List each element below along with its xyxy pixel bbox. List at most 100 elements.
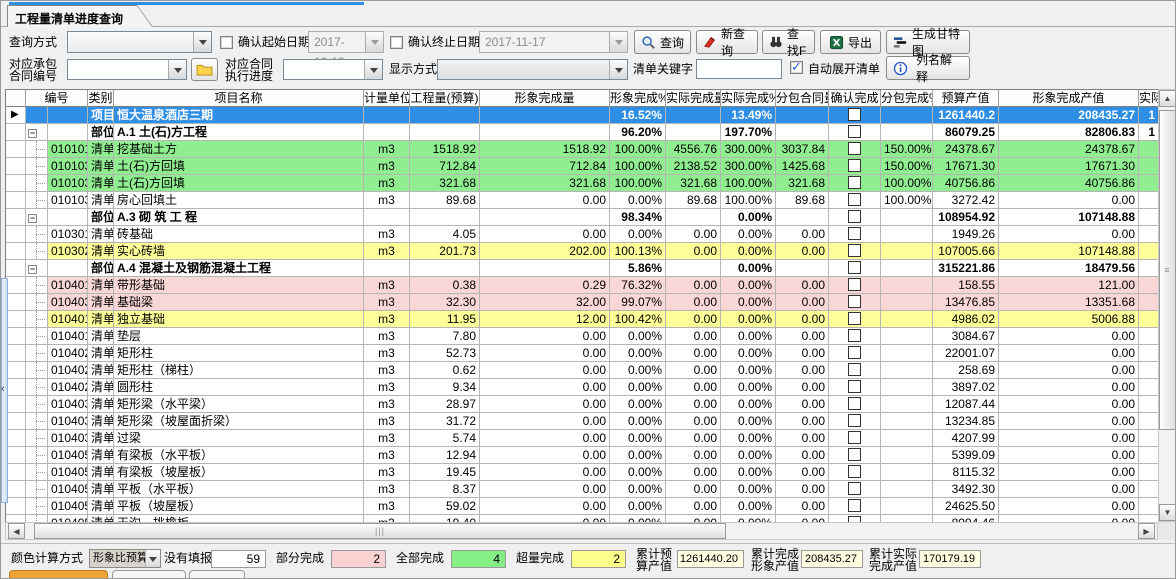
contract-progress-select[interactable] [283,59,383,80]
chevron-down-icon[interactable] [609,32,627,52]
column-help-button[interactable]: 列名解释 [886,56,970,80]
vertical-scrollbar[interactable]: ▲ ≡ ▼ [1158,89,1176,522]
end-date-field[interactable]: 2017-11-17 [479,31,628,53]
display-mode-select[interactable] [437,59,628,80]
column-header-budget_val[interactable]: 预算产值 [933,90,999,107]
chevron-down-icon[interactable] [365,32,383,52]
search-button[interactable]: 查询 [634,30,691,54]
table-row[interactable]: −部位A.3 砌 筑 工 程98.34%0.00%108954.92107148… [6,209,1159,226]
table-row[interactable]: 010103清单土(石)方回填m3712.84712.84100.00%2138… [6,158,1159,175]
bottom-tab-3[interactable] [189,570,245,579]
table-row[interactable]: 010402清单圆形柱m39.340.000.00%0.000.00%0.003… [6,379,1159,396]
column-header-code[interactable]: 编号 [26,90,88,107]
column-header-indicator[interactable] [6,90,26,107]
chevron-down-icon[interactable] [609,60,627,79]
horizontal-scroll-thumb[interactable]: ||| [34,523,726,539]
confirm-checkbox[interactable] [848,227,861,240]
contract-no-select[interactable] [67,59,187,80]
table-row[interactable]: 010405清单有梁板（水平板）m312.940.000.00%0.000.00… [6,447,1159,464]
column-header-act_pct[interactable]: 实际完成% [721,90,776,107]
table-row[interactable]: 010101清单挖基础土方m31518.921518.92100.00%4556… [6,141,1159,158]
scroll-down-icon[interactable]: ▼ [1159,504,1176,521]
scroll-left-icon[interactable]: ◀ [8,523,25,539]
column-header-img_val[interactable]: 形象完成产值 [999,90,1139,107]
column-header-act_qty[interactable]: 实际完成量 [666,90,721,107]
confirm-checkbox[interactable] [848,210,861,223]
table-row[interactable]: 010401清单带形基础m30.380.2976.32%0.000.00%0.0… [6,277,1159,294]
auto-expand-checkbox[interactable] [790,61,803,74]
confirm-checkbox[interactable] [848,125,861,138]
confirm-checkbox[interactable] [848,295,861,308]
table-row[interactable]: 010403清单基础梁m332.3032.0099.07%0.000.00%0.… [6,294,1159,311]
table-row[interactable]: 010405清单平板（水平板）m38.370.000.00%0.000.00%0… [6,481,1159,498]
column-header-img_pct[interactable]: 形象完成% [610,90,666,107]
browse-folder-button[interactable] [191,58,218,81]
column-header-sub_pct[interactable]: 分包完成% [881,90,933,107]
confirm-checkbox[interactable] [848,431,861,444]
confirm-checkbox[interactable] [848,363,861,376]
confirm-checkbox[interactable] [848,329,861,342]
scroll-up-icon[interactable]: ▲ [1159,90,1176,107]
table-row[interactable]: 010403清单矩形梁（水平梁）m328.970.000.00%0.000.00… [6,396,1159,413]
confirm-checkbox[interactable] [848,108,861,121]
confirm-checkbox[interactable] [848,244,861,257]
bottom-tab-2[interactable] [112,570,186,579]
confirm-checkbox[interactable] [848,142,861,155]
confirm-checkbox[interactable] [848,482,861,495]
confirm-checkbox[interactable] [848,176,861,189]
start-date-field[interactable]: 2017-10-18 [308,31,384,53]
confirm-checkbox[interactable] [848,448,861,461]
table-row[interactable]: 010405清单天沟、挑檐板m319.400.000.00%0.000.00%0… [6,515,1159,522]
confirm-end-checkbox[interactable] [390,36,403,49]
scroll-right-icon[interactable]: ▶ [1138,523,1155,539]
column-header-confirm[interactable]: 确认完成 [829,90,881,107]
table-row[interactable]: 010401清单垫层m37.800.000.00%0.000.00%0.0030… [6,328,1159,345]
column-header-name[interactable]: 项目名称 [114,90,364,107]
find-button[interactable]: 查找F [762,30,815,54]
horizontal-scrollbar[interactable]: ◀ ||| ▶ [5,522,1158,540]
column-header-sub_qty[interactable]: 分包合同量 [776,90,829,107]
table-row[interactable]: 010403清单矩形梁（坡屋面折梁）m331.720.000.00%0.000.… [6,413,1159,430]
table-row[interactable]: 010402清单矩形柱m352.730.000.00%0.000.00%0.00… [6,345,1159,362]
table-row[interactable]: −部位A.4 混凝土及钢筋混凝土工程5.86%0.00%315221.86184… [6,260,1159,277]
table-row[interactable]: 010401清单独立基础m311.9512.00100.42%0.000.00%… [6,311,1159,328]
confirm-checkbox[interactable] [848,261,861,274]
keyword-input[interactable] [696,59,782,79]
column-header-qty_budget[interactable]: 工程量(预算) [410,90,480,107]
table-row[interactable]: 010302清单实心砖墙m3201.73202.00100.13%0.000.0… [6,243,1159,260]
table-row[interactable]: 010403清单过梁m35.740.000.00%0.000.00%0.0042… [6,430,1159,447]
confirm-checkbox[interactable] [848,397,861,410]
column-header-img_qty[interactable]: 形象完成量 [480,90,610,107]
new-query-button[interactable]: 新查询 [696,30,758,54]
bottom-tab-active[interactable] [9,570,108,579]
table-row[interactable]: 010405清单有梁板（坡屋板）m319.450.000.00%0.000.00… [6,464,1159,481]
table-row[interactable]: −部位A.1 土(石)方工程96.20%197.70%86079.2582806… [6,124,1159,141]
confirm-checkbox[interactable] [848,380,861,393]
query-mode-select[interactable] [67,31,212,53]
column-header-unit[interactable]: 计量单位 [364,90,410,107]
collapse-icon[interactable]: − [28,214,37,223]
table-row[interactable]: 010103清单房心回填土m389.680.000.00%89.68100.00… [6,192,1159,209]
table-row[interactable]: 010405清单平板（坡屋板）m359.020.000.00%0.000.00%… [6,498,1159,515]
confirm-checkbox[interactable] [848,159,861,172]
column-header-act_val[interactable]: 实际完成产值 [1139,90,1159,107]
table-row[interactable]: ▶项目恒大温泉酒店三期16.52%13.49%1261440.2208435.2… [6,107,1159,124]
confirm-start-checkbox[interactable] [220,36,233,49]
chevron-down-icon[interactable] [364,60,382,79]
collapse-panel-handle[interactable] [1,278,8,503]
table-row[interactable]: 010402清单矩形柱（梯柱）m30.620.000.00%0.000.00%0… [6,362,1159,379]
confirm-checkbox[interactable] [848,278,861,291]
vertical-scroll-thumb[interactable]: ≡ [1159,110,1176,430]
collapse-icon[interactable]: − [28,265,37,274]
chevron-down-icon[interactable] [193,32,211,52]
confirm-checkbox[interactable] [848,465,861,478]
collapse-icon[interactable]: − [28,129,37,138]
confirm-checkbox[interactable] [848,193,861,206]
confirm-checkbox[interactable] [848,346,861,359]
confirm-checkbox[interactable] [848,499,861,512]
color-mode-select[interactable]: 形象比预算 [89,549,161,568]
confirm-checkbox[interactable] [848,414,861,427]
column-header-cat[interactable]: 类别 [88,90,114,107]
chevron-down-icon[interactable] [145,550,160,567]
table-row[interactable]: 010103清单土(石)方回填m3321.68321.68100.00%321.… [6,175,1159,192]
